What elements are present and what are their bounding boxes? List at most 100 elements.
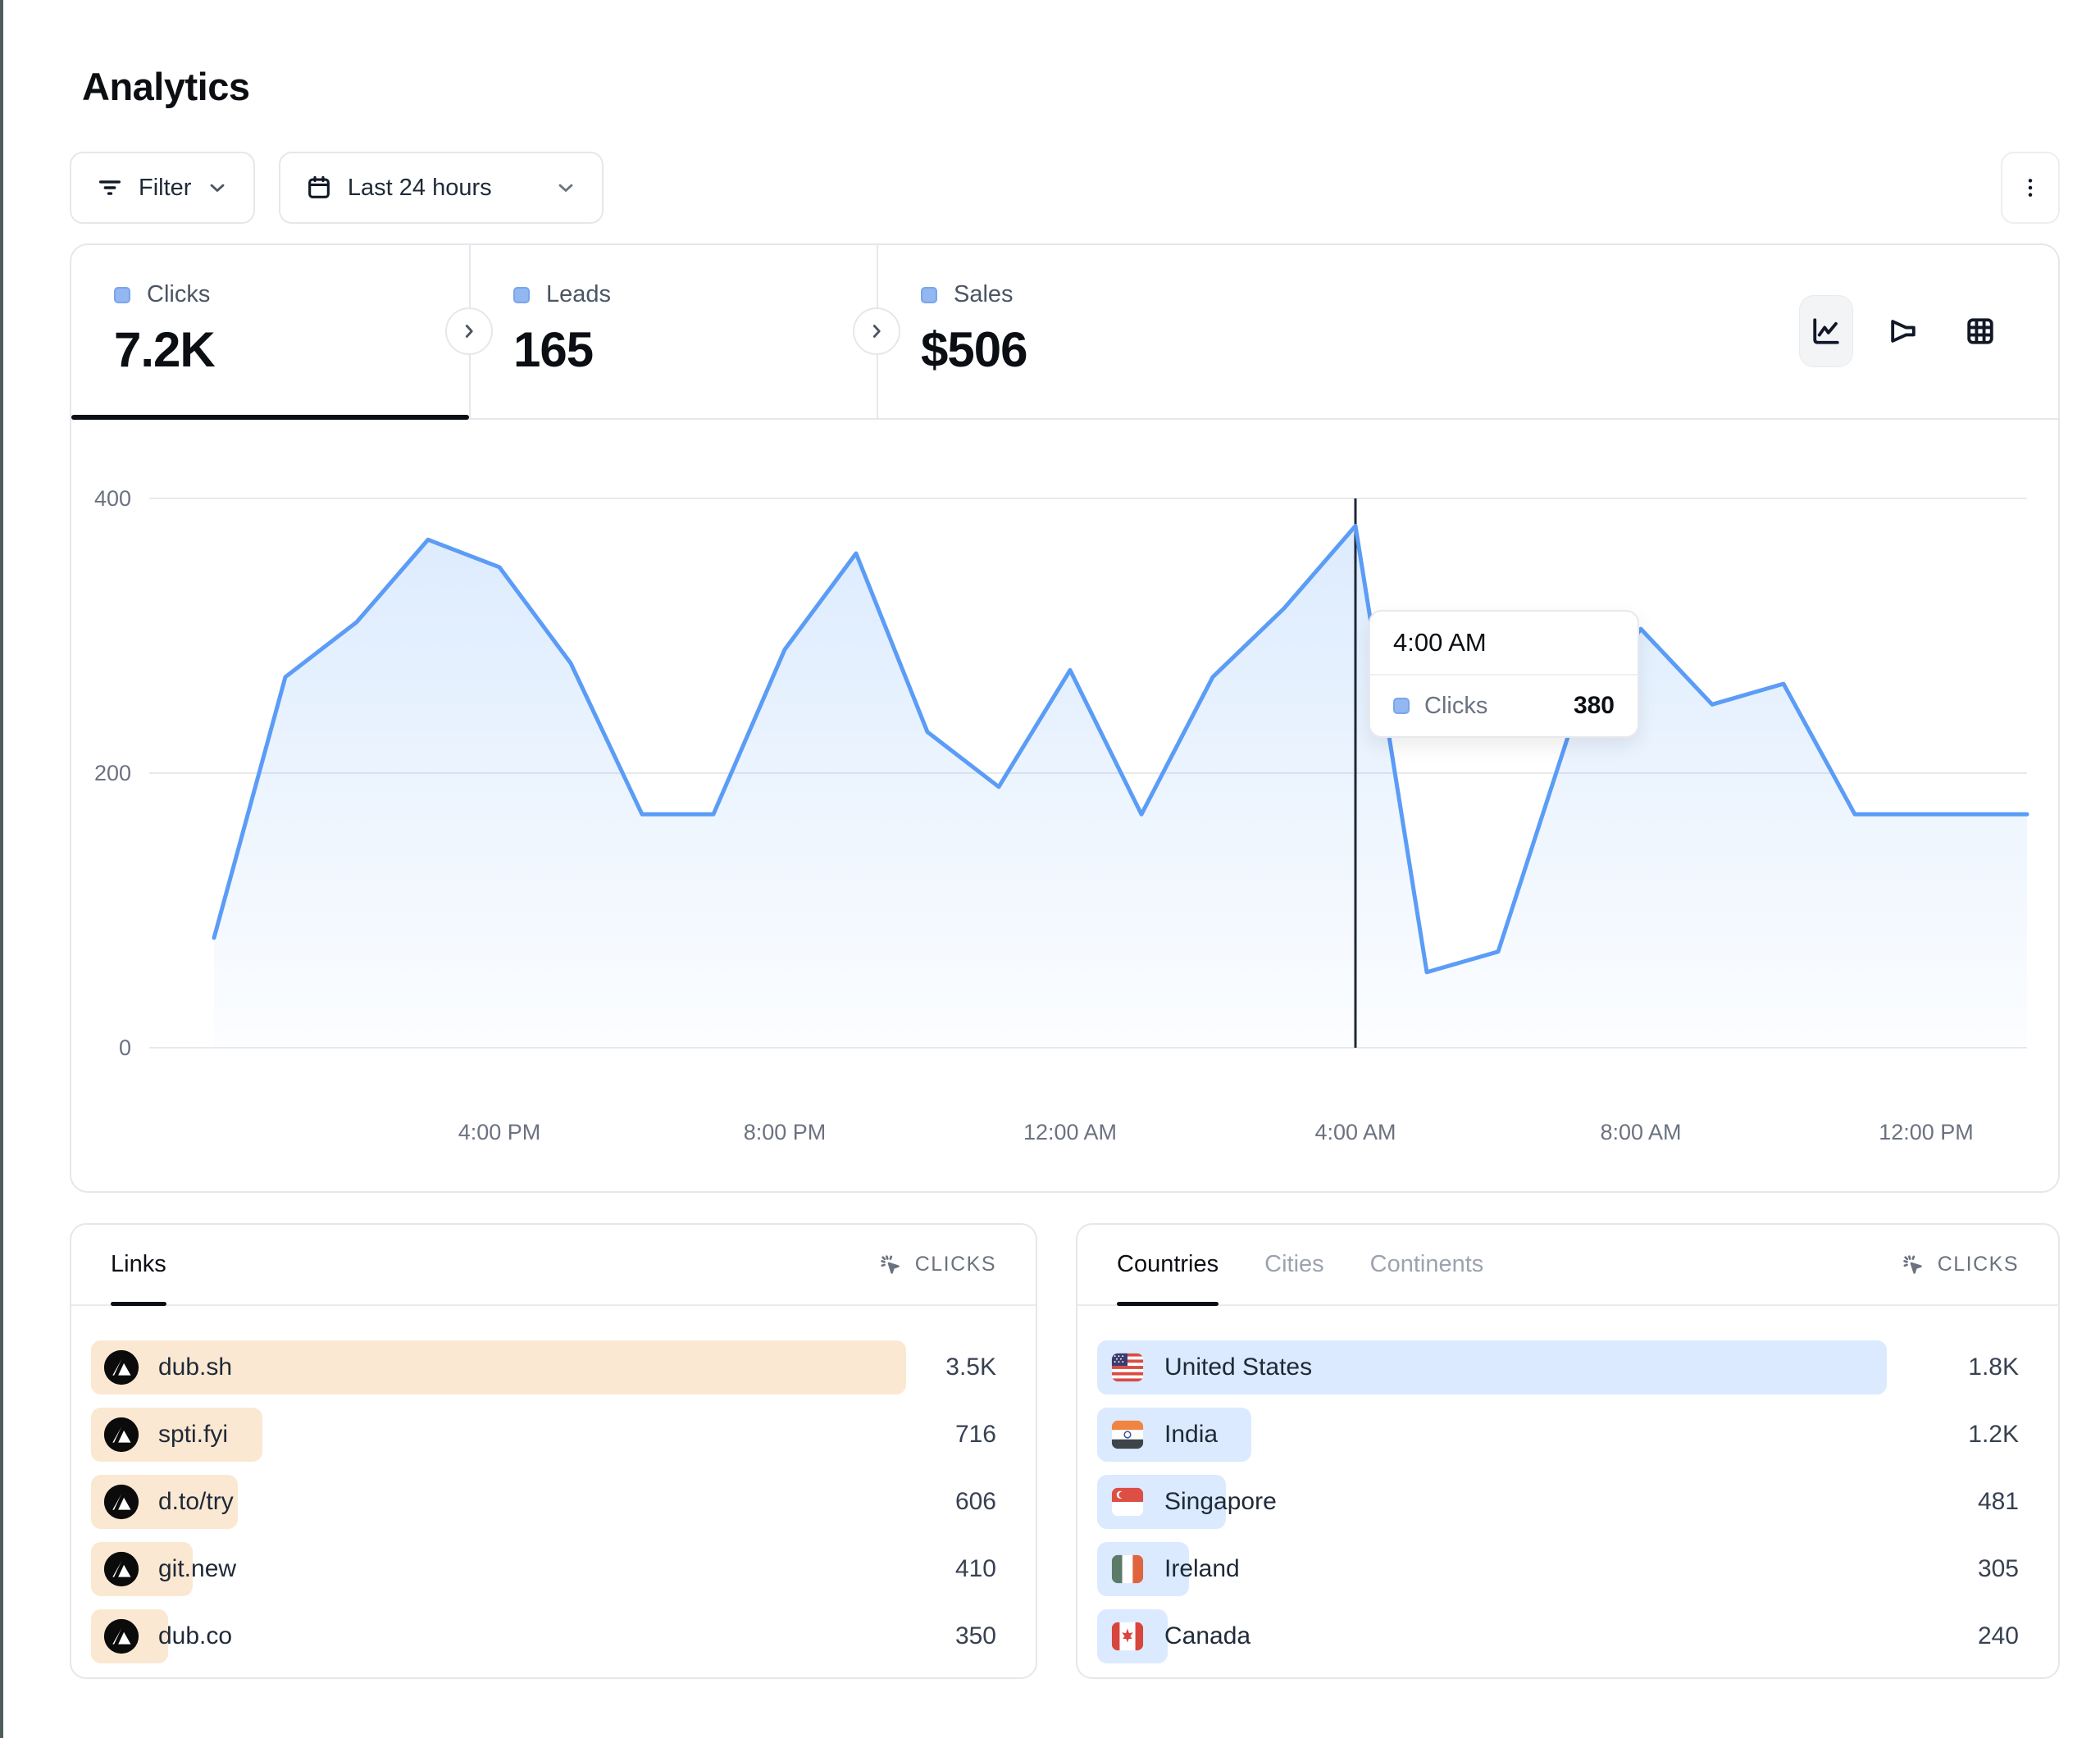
clicks-area-fill bbox=[214, 526, 2027, 1049]
countries-metric-label: CLICKS bbox=[1938, 1253, 2019, 1276]
date-range-button[interactable]: Last 24 hours bbox=[279, 152, 604, 224]
tooltip-time: 4:00 AM bbox=[1370, 612, 1638, 674]
links-panel-header: Links CLICKS bbox=[71, 1225, 1036, 1306]
left-edge-accent bbox=[0, 0, 3, 1738]
links-metric-selector[interactable]: CLICKS bbox=[877, 1252, 996, 1278]
sales-legend-swatch bbox=[921, 287, 937, 303]
chevron-down-icon bbox=[206, 176, 229, 199]
links-tab-label: Links bbox=[111, 1251, 166, 1278]
expand-leads-chevron-button[interactable] bbox=[853, 307, 900, 355]
more-options-button[interactable] bbox=[2001, 152, 2060, 224]
filter-button[interactable]: Filter bbox=[70, 152, 255, 224]
countries-tab-label: Countries bbox=[1117, 1251, 1219, 1278]
x-axis-tick-label: 12:00 AM bbox=[1023, 1120, 1117, 1144]
sales-tab-value: $506 bbox=[921, 321, 1291, 378]
link-clicks-value: 606 bbox=[955, 1488, 996, 1516]
sg-flag-icon bbox=[1109, 1483, 1146, 1521]
country-label: Ireland bbox=[1164, 1555, 1240, 1583]
tab-cities[interactable]: Cities bbox=[1264, 1225, 1324, 1304]
countries-metric-selector[interactable]: CLICKS bbox=[1900, 1252, 2019, 1278]
link-clicks-value: 350 bbox=[955, 1622, 996, 1650]
country-label: Canada bbox=[1164, 1622, 1250, 1650]
in-flag-icon bbox=[1109, 1416, 1146, 1454]
dub-logo-icon bbox=[102, 1349, 140, 1386]
leads-legend-swatch bbox=[513, 287, 530, 303]
dub-logo-icon bbox=[102, 1483, 140, 1521]
links-rows: dub.sh 3.5K spti.fyi716 d.to/try 606 git.new 4… bbox=[71, 1306, 1036, 1663]
funnel-icon bbox=[1885, 313, 1921, 349]
links-panel: Links CLICKS dub.sh 3.5K spti.fyi716 d.to/t… bbox=[70, 1223, 1037, 1679]
tooltip-value: 380 bbox=[1574, 692, 1615, 720]
table-grid-icon bbox=[1962, 313, 1998, 349]
tab-leads[interactable]: Leads 165 bbox=[469, 245, 877, 418]
continents-tab-label: Continents bbox=[1370, 1251, 1484, 1278]
tab-clicks[interactable]: Clicks 7.2K bbox=[71, 245, 469, 418]
link-label: git.new bbox=[158, 1555, 236, 1583]
kebab-menu-icon bbox=[2017, 175, 2043, 201]
us-flag-icon bbox=[1109, 1349, 1146, 1386]
link-clicks-value: 3.5K bbox=[945, 1354, 996, 1381]
link-row[interactable]: dub.sh 3.5K bbox=[91, 1340, 996, 1394]
clicks-legend-swatch bbox=[114, 287, 130, 303]
date-range-label: Last 24 hours bbox=[348, 175, 492, 202]
sales-tab-label: Sales bbox=[954, 281, 1014, 308]
ie-flag-icon bbox=[1109, 1550, 1146, 1588]
link-clicks-value: 410 bbox=[955, 1555, 996, 1583]
chart-view-toggles bbox=[1799, 295, 2007, 367]
calendar-icon bbox=[305, 174, 333, 202]
country-label: India bbox=[1164, 1421, 1218, 1449]
page-title: Analytics bbox=[82, 64, 249, 109]
country-label: United States bbox=[1164, 1354, 1312, 1381]
link-label: spti.fyi bbox=[158, 1421, 228, 1449]
country-row[interactable]: Canada 240 bbox=[1097, 1609, 2019, 1663]
countries-panel-header: Countries Cities Continents CLICKS bbox=[1077, 1225, 2058, 1306]
country-row[interactable]: United States 1.8K bbox=[1097, 1340, 2019, 1394]
link-row[interactable]: spti.fyi716 bbox=[91, 1408, 996, 1462]
line-chart-icon bbox=[1808, 313, 1844, 349]
country-clicks-value: 305 bbox=[1978, 1555, 2019, 1583]
dub-logo-icon bbox=[102, 1617, 140, 1655]
funnel-view-button[interactable] bbox=[1876, 295, 1930, 367]
tooltip-legend-swatch bbox=[1393, 698, 1410, 714]
country-clicks-value: 1.2K bbox=[1968, 1421, 2019, 1449]
link-row[interactable]: dub.co 350 bbox=[91, 1609, 996, 1663]
country-label: Singapore bbox=[1164, 1488, 1277, 1516]
countries-panel: Countries Cities Continents CLICKS Unite… bbox=[1076, 1223, 2060, 1679]
expand-clicks-chevron-button[interactable] bbox=[445, 307, 493, 355]
dub-logo-icon bbox=[102, 1550, 140, 1588]
toolbar: Filter Last 24 hours bbox=[70, 152, 2060, 225]
filter-button-label: Filter bbox=[139, 175, 191, 202]
dub-logo-icon bbox=[102, 1416, 140, 1454]
tab-sales[interactable]: Sales $506 bbox=[877, 245, 1291, 418]
link-row[interactable]: d.to/try 606 bbox=[91, 1475, 996, 1529]
tab-continents[interactable]: Continents bbox=[1370, 1225, 1484, 1304]
stats-tabstrip: Clicks 7.2K Leads 165 Sales $506 bbox=[71, 245, 2058, 420]
link-label: d.to/try bbox=[158, 1488, 234, 1516]
y-axis-tick-label: 0 bbox=[119, 1035, 131, 1060]
clicks-timeseries-chart[interactable]: 02004004:00 PM8:00 PM12:00 AM4:00 AM8:00… bbox=[71, 418, 2058, 1193]
country-row[interactable]: Ireland 305 bbox=[1097, 1542, 2019, 1596]
click-cursor-icon bbox=[1900, 1252, 1926, 1278]
line-chart-view-button[interactable] bbox=[1799, 295, 1853, 367]
link-label: dub.co bbox=[158, 1622, 232, 1650]
tooltip-series-name: Clicks bbox=[1424, 693, 1559, 720]
filter-icon bbox=[96, 174, 124, 202]
link-row[interactable]: git.new 410 bbox=[91, 1542, 996, 1596]
table-view-button[interactable] bbox=[1953, 295, 2007, 367]
tab-links[interactable]: Links bbox=[111, 1225, 166, 1304]
clicks-tab-label: Clicks bbox=[147, 281, 210, 308]
cities-tab-label: Cities bbox=[1264, 1251, 1324, 1278]
country-row[interactable]: India 1.2K bbox=[1097, 1408, 2019, 1462]
click-cursor-icon bbox=[877, 1252, 904, 1278]
ca-flag-icon bbox=[1109, 1617, 1146, 1655]
country-row[interactable]: Singapore481 bbox=[1097, 1475, 2019, 1529]
country-clicks-value: 240 bbox=[1978, 1622, 2019, 1650]
x-axis-tick-label: 12:00 PM bbox=[1879, 1120, 1974, 1144]
x-axis-tick-label: 4:00 PM bbox=[458, 1120, 541, 1144]
y-axis-tick-label: 400 bbox=[94, 486, 131, 511]
tab-countries[interactable]: Countries bbox=[1117, 1225, 1219, 1304]
country-clicks-value: 1.8K bbox=[1968, 1354, 2019, 1381]
analytics-chart-card: Clicks 7.2K Leads 165 Sales $506 bbox=[70, 243, 2060, 1193]
link-label: dub.sh bbox=[158, 1354, 232, 1381]
x-axis-tick-label: 4:00 AM bbox=[1314, 1120, 1396, 1144]
